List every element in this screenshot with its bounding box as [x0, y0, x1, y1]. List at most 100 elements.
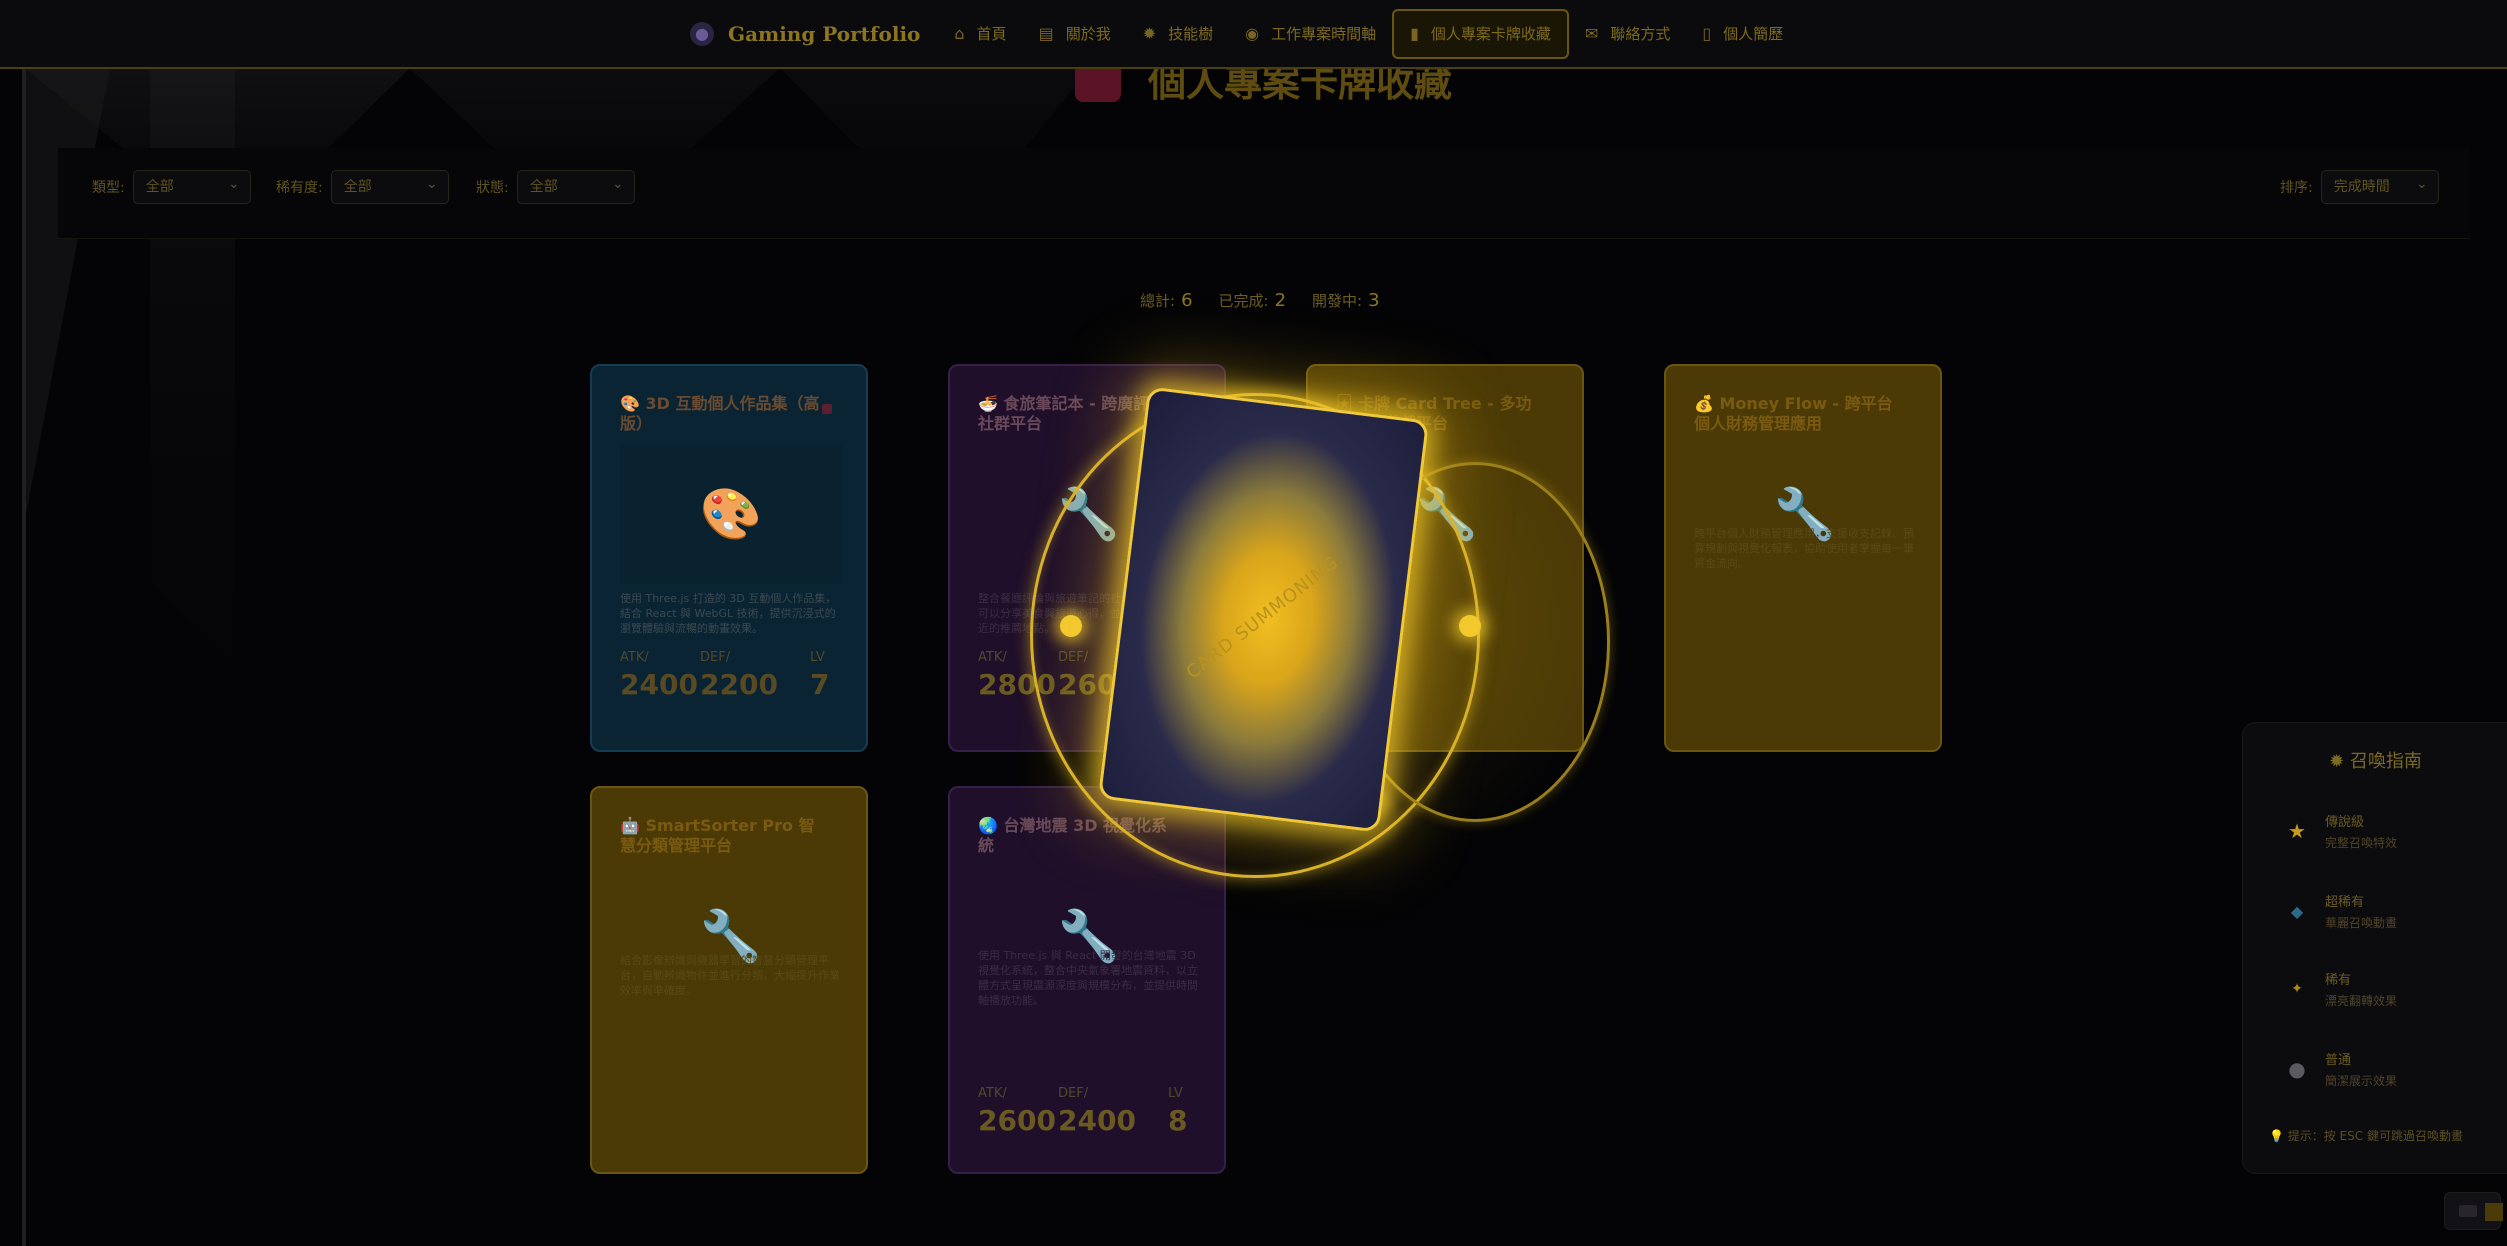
guide-item-desc: 完整召喚特效	[2325, 836, 2398, 850]
guide-item-name: 普通	[2325, 1053, 2352, 1068]
mailbox-icon: ✉	[1584, 24, 1599, 43]
summon-card-text: CARD SUMMONING	[1182, 551, 1343, 684]
robot-icon: ◉	[1245, 24, 1260, 43]
nav-item-label: 工作專案時間軸	[1271, 25, 1377, 43]
sort-select[interactable]: 完成時間	[2320, 168, 2439, 204]
summoned-card[interactable]: CARD SUMMONING	[1097, 386, 1430, 833]
def-value: 2400	[1058, 1104, 1136, 1137]
nav-item-skills[interactable]: ✹ 技能樹	[1127, 9, 1229, 59]
nav-item-label: 首頁	[976, 25, 1007, 43]
card-description: 結合影像辨識與機器學習的智慧分類管理平台，自動辨識物件並進行分類，大幅提升作業效…	[620, 954, 840, 997]
stat-dev-value: 3	[1368, 290, 1380, 311]
card-stat-values: 2600 2400 8	[978, 1104, 1200, 1137]
card-title-text: Money Flow - 跨平台個人財務管理應用	[1694, 394, 1893, 433]
lv-label: LV	[810, 650, 825, 665]
circle-icon: ●	[2288, 1057, 2306, 1081]
guide-title: ✹ 召喚指南	[2243, 747, 2507, 773]
project-card[interactable]: 🎨 3D 互動個人作品集（高版） 🎨 使用 Three.js 打造的 3D 互動…	[590, 364, 868, 752]
def-label: DEF/	[700, 650, 731, 665]
card-description: 使用 Three.js 與 React 開發的台灣地震 3D 視覺化系統，整合中…	[978, 949, 1198, 1007]
atk-label: ATK/	[620, 650, 649, 665]
type-select[interactable]: 全部	[132, 168, 251, 204]
guide-item-desc: 簡潔展示效果	[2325, 1074, 2398, 1088]
sparkle-icon: ✦	[2291, 981, 2303, 997]
atk-value: 2600	[978, 1104, 1056, 1137]
guide-item-name: 稀有	[2325, 973, 2352, 988]
sun-icon: ✹	[2329, 751, 2345, 772]
card-title-icon: 💰	[1694, 394, 1714, 413]
card-stat-labels: ATK/ DEF/ LV	[978, 1086, 1200, 1101]
nav-item-label: 聯絡方式	[1610, 25, 1671, 43]
rarity-select[interactable]: 全部	[330, 168, 449, 204]
card-title-icon: 🍜	[978, 394, 998, 413]
type-filter: 類型: 全部	[92, 168, 251, 204]
stat-done-label: 已完成:	[1218, 292, 1269, 310]
nav-item-resume[interactable]: ▯ 個人簡歷	[1686, 9, 1799, 59]
guide-item-name: 傳說級	[2325, 815, 2365, 830]
stat-total-label: 總計:	[1140, 292, 1176, 310]
guide-item-rare: ✦ 稀有漂亮翻轉效果	[2283, 961, 2493, 1017]
star-icon: ★	[2288, 819, 2306, 843]
house-icon: ⌂	[954, 24, 965, 43]
stat-done: 已完成: 2	[1219, 290, 1287, 311]
nav-item-label: 個人簡歷	[1723, 25, 1784, 43]
lv-value: 8	[1168, 1104, 1188, 1137]
card-title-icon: 🤖	[620, 816, 640, 835]
guide-item-desc: 漂亮翻轉效果	[2325, 994, 2398, 1008]
card-title: 🎨 3D 互動個人作品集（高版）	[620, 394, 820, 434]
project-card[interactable]: 🤖 SmartSorter Pro 智慧分類管理平台 🔧 結合影像辨識與機器學習…	[590, 786, 868, 1174]
card-stat-values: 2400 2200 7	[620, 668, 842, 701]
guide-hint: 💡 提示：按 ESC 鍵可跳過召喚動畫	[2269, 1129, 2463, 1143]
id-card-icon: ▤	[1038, 24, 1054, 43]
keyboard-icon	[2459, 1205, 2477, 1217]
brand-logo[interactable]: ● Gaming Portfolio	[690, 21, 921, 46]
guide-item-common: ● 普通簡潔展示效果	[2283, 1041, 2493, 1097]
guide-item-legendary: ★ 傳說級完整召喚特效	[2283, 803, 2493, 859]
top-navbar: ● Gaming Portfolio ⌂ 首頁 ▤ 關於我 ✹ 技能樹 ◉ 工作…	[0, 0, 2507, 69]
card-title-icon: 🎨	[620, 394, 640, 413]
nav-item-about[interactable]: ▤ 關於我	[1023, 9, 1127, 59]
nav-item-timeline[interactable]: ◉ 工作專案時間軸	[1229, 9, 1392, 59]
card-title: 🤖 SmartSorter Pro 智慧分類管理平台	[620, 816, 820, 856]
filter-bar: 類型: 全部 稀有度: 全部 狀態: 全部 排序: 完成時間	[58, 148, 2470, 239]
corner-toggle-button[interactable]	[2444, 1192, 2503, 1230]
card-stat-labels: ATK/ DEF/ LV	[620, 650, 842, 665]
status-select[interactable]: 全部	[516, 168, 635, 204]
card-title-text: 3D 互動個人作品集（高版）	[620, 394, 820, 433]
summon-orb	[1459, 615, 1481, 637]
gamepad-icon: ●	[690, 21, 714, 46]
stat-done-value: 2	[1274, 290, 1287, 311]
guide-item-name: 超稀有	[2325, 895, 2365, 910]
stat-total-value: 6	[1181, 290, 1193, 311]
nav-item-home[interactable]: ⌂ 首頁	[938, 9, 1022, 59]
status-filter-label: 狀態:	[476, 180, 509, 196]
stat-dev-label: 開發中:	[1312, 292, 1363, 310]
card-description: 跨平台個人財務管理應用，支援收支記錄、預算規劃與視覺化報表，協助使用者掌握每一筆…	[1694, 527, 1914, 570]
document-icon: ▯	[1702, 24, 1712, 43]
nav-item-card-collection[interactable]: ▮ 個人專案卡牌收藏	[1392, 8, 1569, 59]
rarity-filter-label: 稀有度:	[276, 180, 323, 196]
stat-total: 總計: 6	[1140, 290, 1193, 311]
card-title-text: 食旅筆記本 - 跨廣評論社群平台	[978, 394, 1166, 433]
summon-guide-panel: ✹ 召喚指南 ★ 傳說級 完整召喚特效 ◆ 超稀有 華麗召喚動畫 ✦ 稀有 漂亮翻轉效…	[2242, 722, 2507, 1174]
square-icon	[2485, 1203, 2503, 1221]
guide-item-super-rare: ◆ 超稀有 華麗召喚動畫	[2283, 883, 2493, 939]
status-filter: 狀態: 全部	[476, 168, 635, 204]
project-card[interactable]: 💰 Money Flow - 跨平台個人財務管理應用 🔧 跨平台個人財務管理應用…	[1664, 364, 1942, 752]
summon-orb	[1060, 615, 1082, 637]
card-title-text: SmartSorter Pro 智慧分類管理平台	[620, 816, 815, 855]
sort-filter-label: 排序:	[2280, 180, 2313, 196]
guide-item-desc: 華麗召喚動畫	[2325, 916, 2398, 930]
card-description: 使用 Three.js 打造的 3D 互動個人作品集，結合 React 與 We…	[620, 592, 837, 635]
stat-dev: 開發中: 3	[1312, 290, 1380, 311]
card-title: 💰 Money Flow - 跨平台個人財務管理應用	[1694, 394, 1894, 434]
nav-item-label: 個人專案卡牌收藏	[1430, 25, 1551, 43]
sun-icon: ✹	[1142, 24, 1157, 43]
brand-name: Gaming Portfolio	[728, 21, 921, 46]
nav-item-contact[interactable]: ✉ 聯絡方式	[1569, 9, 1686, 59]
lv-value: 7	[810, 668, 830, 701]
card-icon: ▮	[1410, 24, 1419, 43]
def-value: 2200	[700, 668, 778, 701]
card-art: 🎨	[620, 444, 842, 584]
collection-stats: 總計: 6 已完成: 2 開發中: 3	[1140, 290, 1380, 311]
